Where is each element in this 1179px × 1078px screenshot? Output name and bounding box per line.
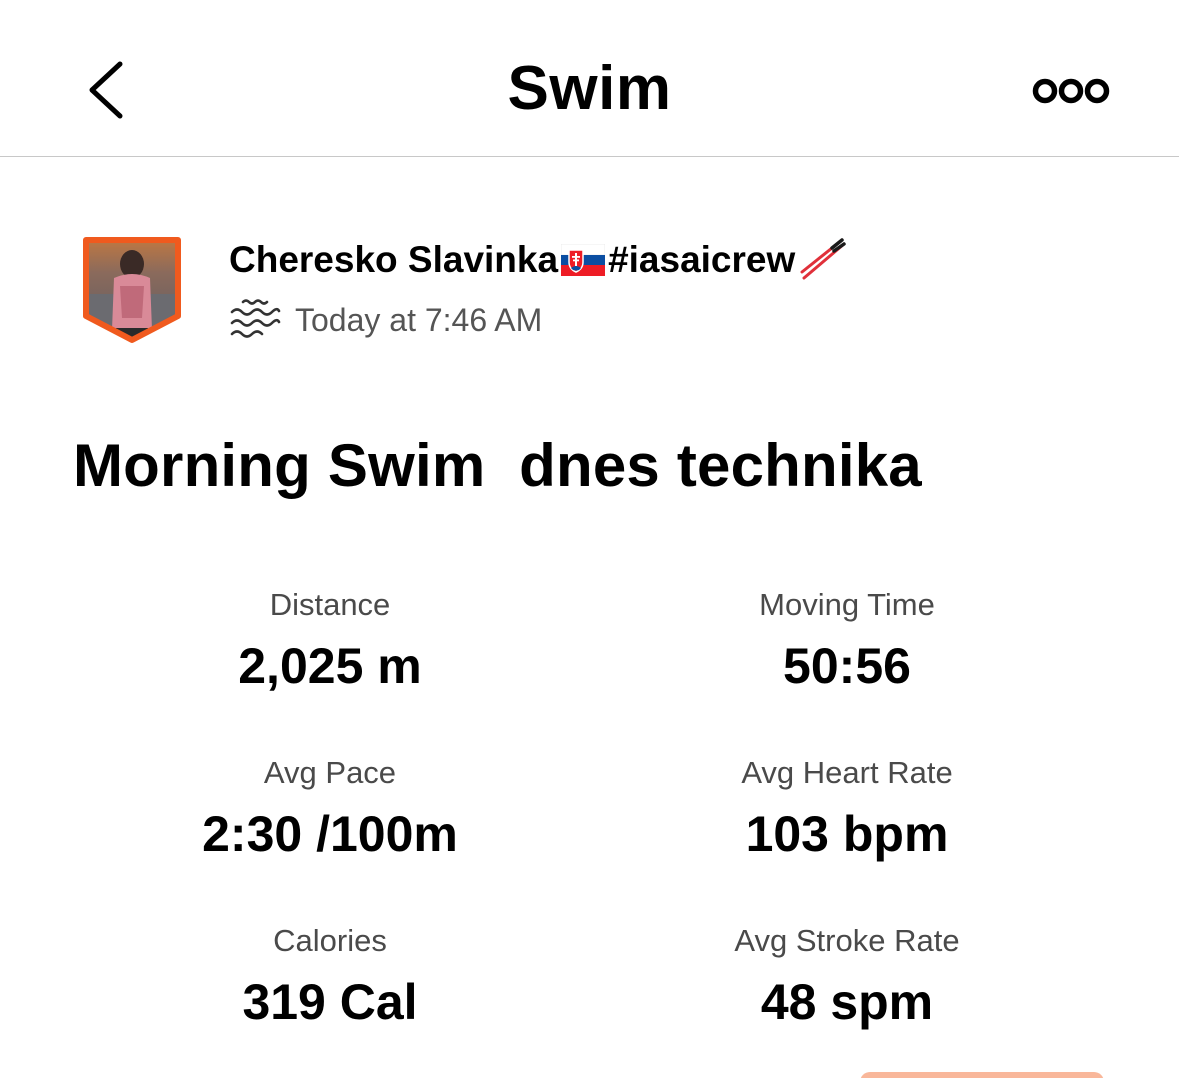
stat-avg-heart-rate: Avg Heart Rate 103 bpm <box>567 753 1127 865</box>
avatar[interactable] <box>80 234 184 346</box>
stat-value: 2,025 m <box>238 638 422 694</box>
top-navigation-bar: Swim <box>0 0 1179 157</box>
swim-waves-icon <box>230 299 281 338</box>
activity-meta: Today at 7:46 AM <box>229 296 542 344</box>
stat-value: 50:56 <box>783 638 911 694</box>
page-title: Swim <box>507 54 672 123</box>
stat-label: Avg Heart Rate <box>741 755 953 790</box>
stat-label: Avg Stroke Rate <box>734 923 960 958</box>
stat-distance: Distance 2,025 m <box>50 585 610 697</box>
more-options-button[interactable] <box>1028 68 1114 114</box>
athlete-hashtag: #iasaicrew <box>608 239 796 280</box>
activity-timestamp: Today at 7:46 AM <box>295 302 543 338</box>
stat-label: Moving Time <box>759 587 935 622</box>
athlete-name[interactable]: Cheresko Slavinka #iasaicrew <box>229 236 848 284</box>
stat-value: 2:30 /100m <box>202 806 458 862</box>
stat-value: 103 bpm <box>745 806 949 862</box>
athlete-name-text: Cheresko Slavinka <box>229 239 559 280</box>
more-horizontal-icon <box>1032 78 1110 104</box>
stat-value: 319 Cal <box>242 974 418 1030</box>
stat-value: 48 spm <box>760 974 934 1030</box>
activity-detail-screen: Swim Cheresko Slavinka #iasaicrew Today … <box>0 0 1179 1078</box>
stat-moving-time: Moving Time 50:56 <box>567 585 1127 697</box>
stat-label: Distance <box>269 587 391 622</box>
stat-label: Avg Pace <box>263 755 397 790</box>
activity-title: Morning Swim dnes technika <box>73 432 922 499</box>
stat-avg-stroke-rate: Avg Stroke Rate 48 spm <box>567 921 1127 1033</box>
stat-avg-pace: Avg Pace 2:30 /100m <box>50 753 610 865</box>
chopsticks-icon <box>800 238 847 280</box>
partially-visible-button[interactable] <box>860 1072 1104 1078</box>
stat-calories: Calories 319 Cal <box>50 921 610 1033</box>
avatar-image <box>83 237 181 343</box>
slovakia-flag-icon <box>561 244 606 276</box>
stat-label: Calories <box>273 923 387 958</box>
